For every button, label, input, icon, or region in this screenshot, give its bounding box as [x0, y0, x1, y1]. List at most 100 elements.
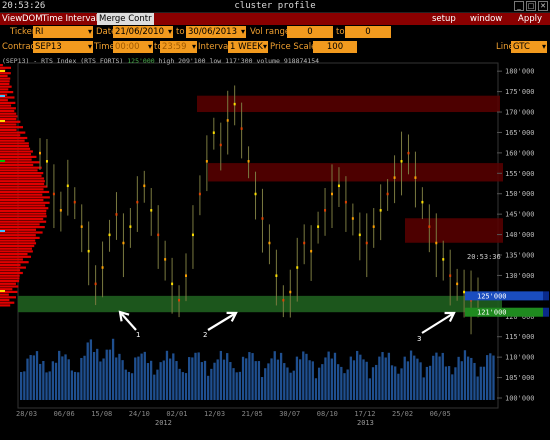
y-tick-label: 130'000 — [505, 272, 535, 280]
volume-bar — [378, 356, 381, 400]
interval-select[interactable]: 1 WEEK — [228, 41, 268, 53]
volume-bar — [248, 352, 251, 400]
volume-bar — [64, 354, 67, 400]
volume-profile-bar — [0, 155, 37, 158]
close-icon[interactable]: ✕ — [538, 1, 548, 11]
profile-marker — [0, 120, 5, 122]
volume-profile-bar — [0, 282, 16, 285]
volume-bar — [162, 360, 165, 400]
ticker-label: Ticker — [10, 27, 36, 37]
maximize-icon[interactable]: □ — [526, 1, 536, 11]
menu-view[interactable]: View — [2, 14, 22, 24]
apply-button[interactable]: Apply — [518, 14, 542, 24]
chart-info-line: (SEP13) - RTS Index (RTS FORTS) 125'000 … — [2, 57, 319, 65]
candle-cluster — [393, 176, 396, 179]
date-from-field[interactable]: 21/06/2010 — [113, 26, 173, 38]
volume-bar — [409, 350, 413, 400]
resistance-zone — [208, 163, 503, 182]
candle-cluster — [205, 160, 208, 163]
volume-bar — [32, 355, 35, 400]
volume-profile-bar — [0, 147, 31, 150]
volume-bar — [460, 361, 463, 400]
volume-bar — [317, 367, 321, 400]
volume-bar — [384, 357, 387, 400]
volume-bar — [207, 375, 210, 400]
x-tick-label: 21/05 — [242, 410, 263, 418]
date-to-field[interactable]: 30/06/2013 — [186, 26, 246, 38]
volume-bar — [80, 357, 83, 400]
volume-bar — [454, 367, 457, 400]
candle-cluster — [191, 233, 194, 237]
candle-cluster — [129, 225, 132, 228]
volume-bar — [371, 367, 375, 400]
candle-cluster — [407, 151, 410, 155]
contract-select[interactable]: SEP13 — [33, 41, 93, 53]
x-tick-label: 17/12 — [354, 410, 375, 418]
y-tick-label: 115'000 — [505, 333, 535, 341]
y-tick-label: 150'000 — [505, 190, 535, 198]
volume-bar — [213, 362, 216, 400]
candle-cluster — [108, 233, 111, 237]
volume-profile-bar — [0, 172, 44, 175]
volume-bar — [416, 358, 419, 400]
volume-bar — [305, 353, 308, 400]
minimize-icon[interactable]: _ — [514, 1, 524, 11]
symbol-text: (SEP13) - RTS Index (RTS FORTS) — [2, 57, 124, 65]
volume-bar — [365, 361, 368, 400]
candle-cluster — [185, 274, 187, 277]
volume-bar — [419, 362, 422, 400]
y-tick-label: 100'000 — [505, 395, 535, 403]
menu-setup[interactable]: setup — [432, 14, 456, 24]
volume-bar — [362, 359, 365, 400]
candle-cluster — [39, 151, 41, 155]
volume-profile-bar — [0, 226, 45, 229]
date-to-label: to — [176, 27, 185, 37]
support-zone — [18, 295, 502, 313]
volume-bar — [279, 352, 283, 400]
time-from-field[interactable]: 00:00 — [113, 41, 153, 53]
volume-profile-bar — [0, 109, 15, 113]
volume-profile-bar — [0, 123, 17, 126]
volume-profile-bar — [0, 161, 40, 164]
candle-cluster — [449, 274, 452, 277]
x-tick-label: 15/08 — [91, 410, 112, 418]
volume-bar — [115, 357, 118, 400]
y-tick-label: 140'000 — [505, 231, 535, 239]
volume-bar — [184, 373, 188, 400]
menu-window[interactable]: window — [470, 14, 502, 24]
volume-profile-bar — [0, 145, 29, 148]
volume-bar — [23, 371, 26, 400]
volume-bar — [435, 352, 438, 400]
candle-cluster — [428, 225, 431, 228]
volume-profile-bar — [0, 209, 47, 212]
volume-bar — [181, 372, 184, 400]
price-badge-tag — [543, 307, 549, 317]
candle-cluster — [421, 200, 424, 204]
high-text: high 209'100 — [158, 57, 206, 65]
merge-contr-button[interactable]: Merge Contr — [97, 13, 154, 25]
price-scale-field[interactable]: 100 — [313, 41, 357, 53]
line-select[interactable]: GTC — [511, 41, 547, 53]
volume-profile-bar — [0, 247, 32, 250]
volume-bar — [324, 357, 327, 400]
menu-dom[interactable]: DOM — [22, 14, 43, 24]
volume-bar — [482, 366, 486, 400]
volume-bar — [356, 350, 359, 400]
volume-bar — [257, 361, 261, 400]
volume-profile-bar — [0, 163, 34, 167]
volume-bar — [229, 362, 232, 400]
candle-cluster — [247, 160, 250, 163]
volume-profile-bar — [0, 220, 47, 223]
volume-bar — [321, 364, 324, 400]
vol-from-field[interactable]: 0 — [287, 26, 333, 38]
vol-to-field[interactable]: 0 — [345, 26, 391, 38]
candle-cluster — [94, 282, 97, 286]
volume-profile-bar — [0, 215, 47, 218]
cluster-chart[interactable]: 180'000 175'000 170'000 165'000 160'000 155'0… — [0, 55, 550, 440]
volume-bar — [143, 351, 146, 400]
ticker-select[interactable]: RI — [33, 26, 93, 38]
time-to-field[interactable]: 23:59 — [160, 41, 197, 53]
menu-time-interval[interactable]: Time Interval — [42, 14, 98, 24]
volume-profile-bar — [0, 207, 49, 210]
vol-range-label: Vol range — [250, 27, 291, 37]
